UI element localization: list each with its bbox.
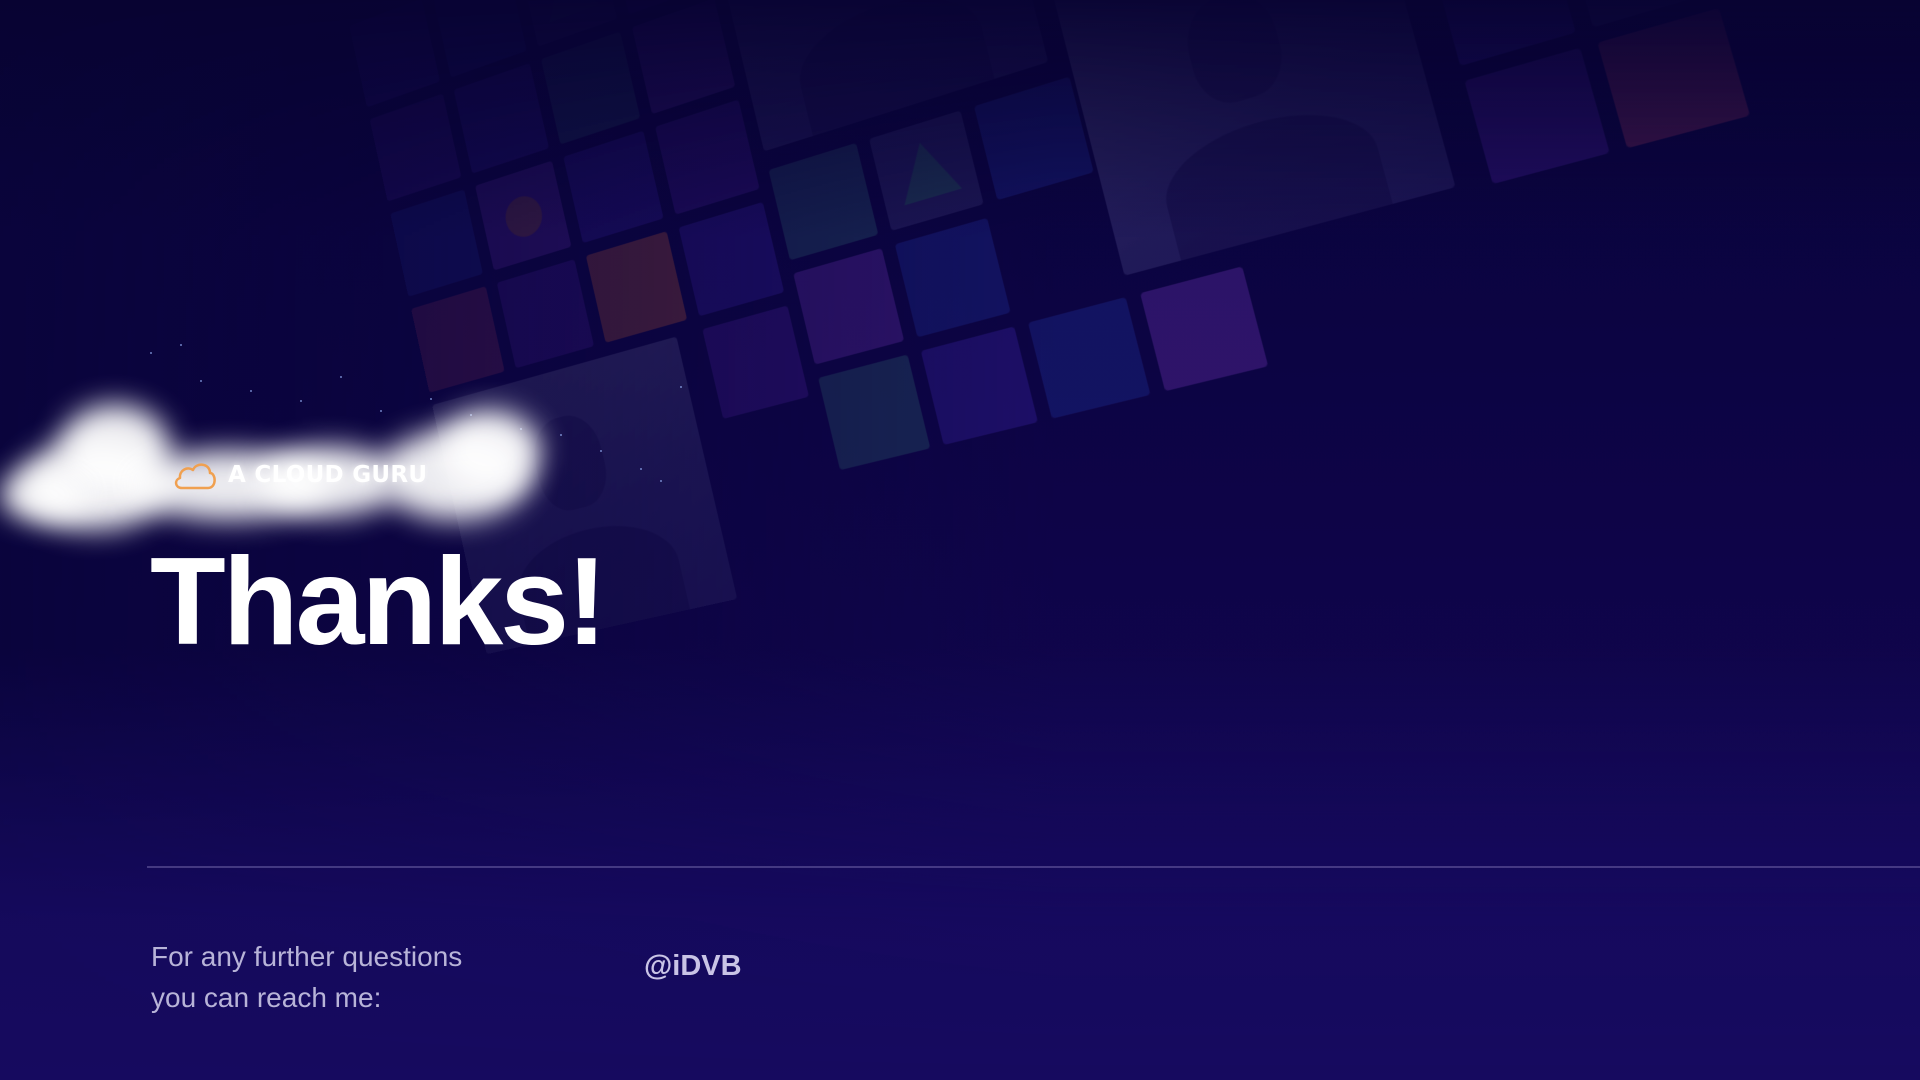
cloud-icon <box>172 458 218 492</box>
brand-logo: A CLOUD GURU <box>172 458 427 492</box>
divider <box>147 866 1920 868</box>
social-handle: @iDVB <box>644 950 742 983</box>
contact-message-line: For any further questions <box>151 936 531 977</box>
contact-message: For any further questions you can reach … <box>151 936 531 1018</box>
contact-message-line: you can reach me: <box>151 977 531 1018</box>
brand-name: A CLOUD GURU <box>228 462 427 488</box>
page-title: Thanks! <box>150 540 604 664</box>
